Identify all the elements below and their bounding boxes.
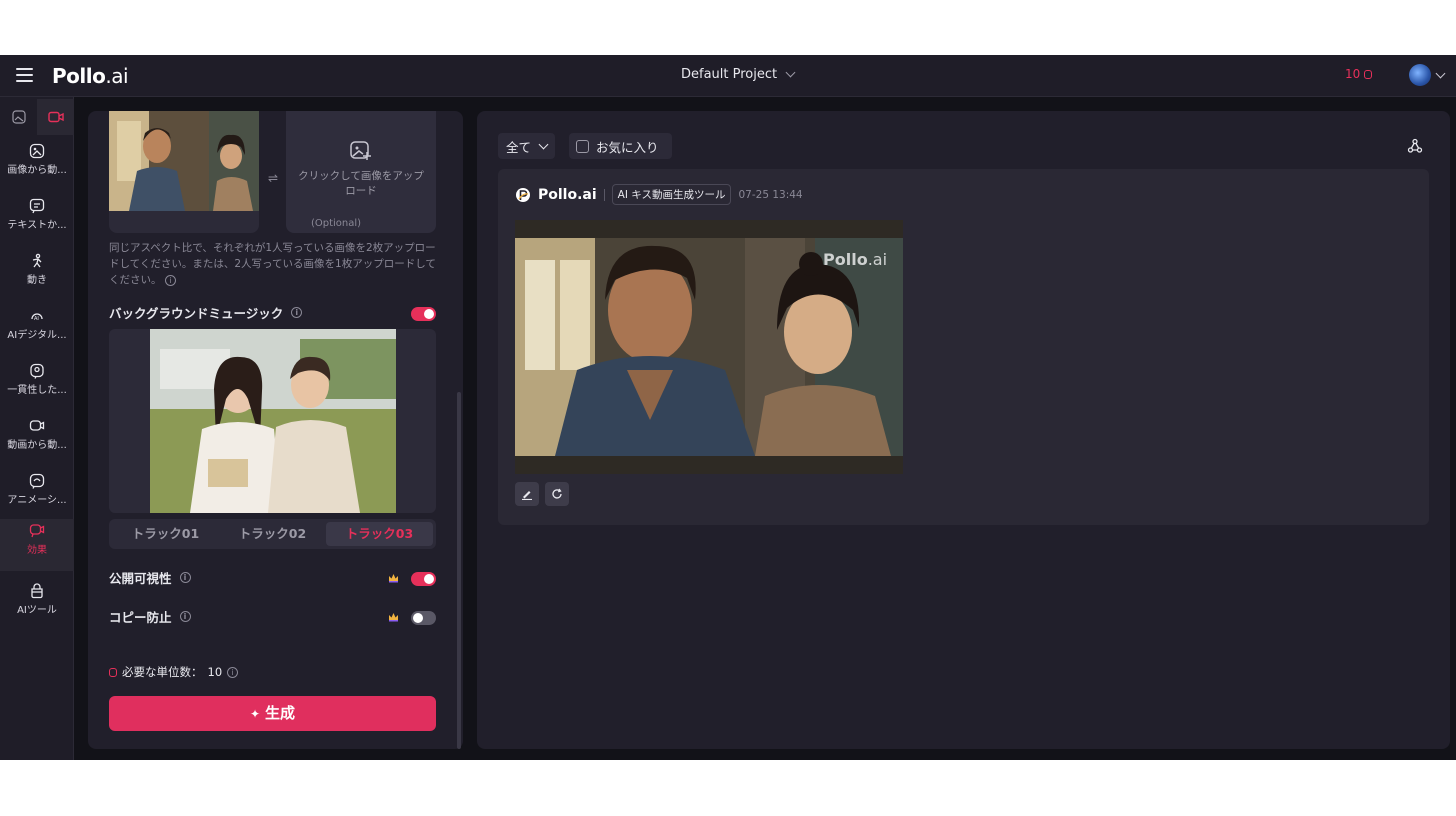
share-icon[interactable] [1407, 138, 1423, 154]
consistent-character-icon [30, 363, 44, 379]
pollo-logo-icon [516, 187, 530, 202]
sidebar-item-image-to-video[interactable]: 画像から動... [0, 139, 74, 191]
top-bar: Pollo.ai Default Project 10 [0, 55, 1456, 97]
info-icon[interactable]: i [164, 274, 176, 286]
sidebar-item-text-to-video[interactable]: テキストか... [0, 194, 74, 246]
divider [603, 188, 605, 201]
info-icon[interactable]: i [291, 307, 303, 318]
public-visibility-toggle[interactable] [411, 572, 436, 586]
settings-panel: ⇌ クリックして画像をアップロード (Optional) 同じアスペクト比で、そ… [88, 111, 463, 749]
track-selector: トラック01 トラック02 トラック03 [109, 519, 436, 549]
public-visibility-setting: 公開可視性 i [109, 568, 191, 587]
credit-cost: 必要な単位数： 10 i [109, 664, 239, 680]
project-name: Default Project [681, 67, 778, 82]
bgm-setting: バックグラウンドミュージック i [109, 303, 303, 322]
uploaded-image-card[interactable] [109, 111, 259, 233]
image-upload-icon [350, 141, 371, 160]
track-02-tab[interactable]: トラック02 [219, 522, 326, 546]
chevron-down-icon[interactable] [1435, 68, 1446, 79]
uploaded-image-thumbnail [109, 111, 259, 211]
results-area: 全て お気に入り Pollo.ai AI キス動画生成ツール 07-25 13:… [477, 111, 1450, 749]
app-window: Pollo.ai Default Project 10 画像から動... テキス… [0, 55, 1456, 760]
optional-label: (Optional) [310, 218, 362, 229]
track-03-tab[interactable]: トラック03 [326, 522, 433, 546]
favorites-label: お気に入り [596, 139, 659, 155]
video-camera-icon [47, 111, 64, 123]
upload-image-slot[interactable]: クリックして画像をアップロード (Optional) [286, 111, 436, 233]
coin-icon [1364, 69, 1373, 79]
toolbox-icon [31, 583, 43, 599]
coin-icon [109, 667, 117, 677]
image-video-icon [29, 143, 45, 159]
project-selector[interactable]: Default Project [681, 67, 796, 82]
upload-instruction: クリックして画像をアップロード [298, 170, 424, 197]
edit-icon [522, 491, 532, 500]
sidebar-item-ai-tools[interactable]: AIツール [0, 579, 74, 631]
ai-avatar-icon: AI [31, 313, 43, 322]
filter-dropdown[interactable]: 全て [498, 133, 556, 159]
copy-protection-toggle[interactable] [411, 611, 436, 625]
result-card: Pollo.ai AI キス動画生成ツール 07-25 13:44 Pollo.… [498, 169, 1429, 525]
couple-preview-image [150, 329, 396, 513]
music-preview[interactable] [109, 329, 436, 513]
info-icon[interactable]: i [179, 611, 191, 622]
sidebar-item-consistent[interactable]: 一貫性した... [0, 359, 74, 411]
animation-icon [29, 473, 45, 489]
favorites-checkbox[interactable] [576, 139, 589, 153]
effects-icon [29, 524, 45, 538]
cost-value: 10 [207, 665, 223, 679]
cost-label: 必要な単位数： [122, 665, 203, 679]
credits-count: 10 [1345, 67, 1361, 81]
result-video-thumbnail[interactable]: Pollo.ai [515, 220, 903, 474]
image-icon [11, 110, 26, 124]
svg-text:AI: AI [34, 316, 39, 322]
watermark: Pollo.ai [823, 250, 888, 269]
image-mode-button[interactable] [0, 99, 37, 135]
sidebar-item-video-to-video[interactable]: 動画から動... [0, 414, 74, 466]
generate-label: 生成 [265, 704, 296, 722]
refresh-icon [552, 488, 562, 499]
copy-protection-label: コピー防止 [109, 610, 172, 625]
crown-icon [389, 574, 398, 583]
tool-tag: AI キス動画生成ツール [611, 184, 732, 205]
track-01-tab[interactable]: トラック01 [112, 522, 219, 546]
chevron-down-icon [538, 139, 549, 149]
copy-protection-setting: コピー防止 i [109, 607, 191, 626]
chevron-down-icon [785, 67, 796, 78]
bgm-label: バックグラウンドミュージック [109, 306, 284, 321]
mode-switch [0, 99, 74, 135]
sidebar-item-ai-digital[interactable]: AI AIデジタル... [0, 304, 74, 356]
sparkle-icon: ✦ [249, 707, 261, 721]
sidebar: 画像から動... テキストか... 動き AI AIデジタル... 一貫性した.… [0, 97, 74, 760]
public-visibility-label: 公開可視性 [109, 571, 172, 586]
upload-hint: 同じアスペクト比で、それぞれが1人写っている画像を2枚アップロードしてください。… [109, 242, 436, 286]
edit-button[interactable] [515, 482, 539, 506]
bgm-toggle[interactable] [411, 307, 436, 321]
video-mode-button[interactable] [37, 99, 74, 135]
generate-button[interactable]: ✦ 生成 [109, 696, 436, 731]
regenerate-button[interactable] [545, 482, 569, 506]
sidebar-item-effects[interactable]: 効果 [0, 519, 74, 571]
info-icon[interactable]: i [179, 572, 191, 583]
brand-logo[interactable]: Pollo.ai [52, 64, 129, 88]
result-brand: Pollo.ai [538, 186, 597, 203]
sidebar-item-animation[interactable]: アニメーシ... [0, 469, 74, 521]
menu-icon[interactable] [16, 68, 33, 82]
result-timestamp: 07-25 13:44 [738, 188, 803, 201]
swap-icon[interactable]: ⇌ [268, 171, 278, 185]
credits-balance[interactable]: 10 [1345, 67, 1373, 81]
info-icon[interactable]: i [227, 666, 239, 678]
panel-scrollbar[interactable] [457, 392, 461, 749]
sidebar-item-motion[interactable]: 動き [0, 249, 74, 301]
favorites-filter[interactable]: お気に入り [569, 133, 672, 159]
crown-icon [389, 613, 398, 622]
filter-value: 全て [506, 139, 532, 155]
text-video-icon [29, 198, 45, 214]
result-card-header: Pollo.ai AI キス動画生成ツール 07-25 13:44 [515, 184, 803, 205]
video-to-video-icon [29, 420, 45, 431]
avatar[interactable] [1409, 64, 1431, 86]
motion-icon [32, 253, 42, 268]
